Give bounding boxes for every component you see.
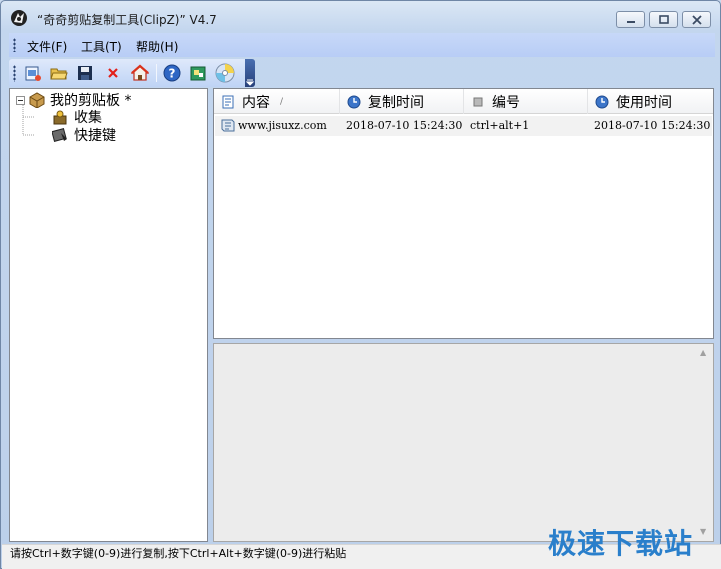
new-icon <box>25 66 41 81</box>
new-button[interactable] <box>23 63 43 83</box>
column-header-content[interactable]: 内容 / <box>214 89 340 114</box>
list-header: 内容 / 复制时间 编号 使用时间 <box>214 89 713 114</box>
collect-icon <box>52 109 68 125</box>
maximize-button[interactable] <box>649 11 678 28</box>
delete-button[interactable] <box>103 63 123 83</box>
help-icon: ? <box>163 64 181 82</box>
plugin-button[interactable] <box>188 63 208 83</box>
column-header-copy-time[interactable]: 复制时间 <box>340 89 464 114</box>
save-button[interactable] <box>75 63 95 83</box>
column-copy-time-label: 复制时间 <box>368 94 424 111</box>
clock-icon <box>347 95 361 109</box>
window-title: “奇奇剪贴复制工具(ClipZ)” V4.7 <box>37 13 217 27</box>
cell-content: www.jisuxz.com <box>238 119 327 132</box>
clipboard-box-icon <box>28 92 46 108</box>
scroll-down-icon[interactable]: ▼ <box>700 527 706 536</box>
home-icon <box>131 64 149 81</box>
tree-collect-label: 收集 <box>74 110 102 126</box>
column-number-label: 编号 <box>492 94 520 111</box>
tree-item-collect[interactable]: 收集 <box>52 108 102 126</box>
status-text: 请按Ctrl+数字键(0-9)进行复制,按下Ctrl+Alt+数字键(0-9)进… <box>10 547 347 560</box>
maximize-icon <box>659 15 669 24</box>
delete-icon <box>108 68 118 78</box>
app-logo-icon <box>10 9 28 27</box>
save-icon <box>78 66 92 80</box>
shortcut-icon <box>52 127 68 143</box>
cd-button[interactable] <box>215 63 235 83</box>
number-icon <box>471 95 485 109</box>
column-content-label: 内容 <box>242 94 270 111</box>
menu-grip[interactable] <box>13 38 16 52</box>
open-folder-icon <box>50 68 68 80</box>
app-window: “奇奇剪贴复制工具(ClipZ)” V4.7 文件(F) 工具(T) 帮助(H) <box>0 0 721 569</box>
plugin-icon <box>190 66 206 81</box>
minimize-button[interactable] <box>616 11 645 28</box>
clock-icon <box>595 95 609 109</box>
title-bar[interactable]: “奇奇剪贴复制工具(ClipZ)” V4.7 <box>1 1 720 33</box>
cell-use-time: 2018-07-10 15:24:30 <box>594 119 711 132</box>
tree-item-shortcuts[interactable]: 快捷键 <box>52 126 116 144</box>
sort-indicator: / <box>280 96 284 107</box>
menu-file[interactable]: 文件(F) <box>27 38 67 55</box>
column-header-use-time[interactable]: 使用时间 <box>588 89 713 114</box>
vertical-scrollbar[interactable]: ▲ ▼ <box>696 344 713 541</box>
open-button[interactable] <box>49 63 69 83</box>
minimize-icon <box>627 21 635 23</box>
cd-icon <box>215 63 235 83</box>
document-icon <box>221 95 235 109</box>
table-row[interactable]: www.jisuxz.com 2018-07-10 15:24:30 ctrl+… <box>215 116 712 136</box>
menu-tools[interactable]: 工具(T) <box>81 38 122 55</box>
preview-pane[interactable]: ▲ ▼ <box>213 343 714 542</box>
chevron-down-icon <box>245 79 255 86</box>
watermark: 极速下载站 <box>548 527 694 560</box>
clipboard-tree: 我的剪贴板 * 收集 快捷键 <box>9 88 208 542</box>
tree-shortcuts-label: 快捷键 <box>74 128 116 144</box>
menu-bar: 文件(F) 工具(T) 帮助(H) <box>9 33 715 57</box>
text-clip-icon <box>220 118 236 133</box>
toolbar-overflow-button[interactable] <box>245 59 255 87</box>
collapse-toggle-icon[interactable] <box>16 95 25 105</box>
close-icon <box>692 15 702 25</box>
toolbar-separator <box>156 64 157 82</box>
close-button[interactable] <box>682 11 711 28</box>
column-header-number[interactable]: 编号 <box>464 89 588 114</box>
home-button[interactable] <box>130 63 150 83</box>
cell-copy-time: 2018-07-10 15:24:30 <box>346 119 463 132</box>
column-use-time-label: 使用时间 <box>616 94 672 111</box>
cell-number: ctrl+alt+1 <box>470 119 530 132</box>
menu-help[interactable]: 帮助(H) <box>136 38 178 55</box>
toolbar: ? <box>9 59 255 87</box>
toolbar-grip[interactable] <box>13 65 16 82</box>
help-button[interactable]: ? <box>162 63 182 83</box>
scroll-up-icon[interactable]: ▲ <box>700 348 706 357</box>
clip-list: 内容 / 复制时间 编号 使用时间 www.jisuxz.com 2018-07… <box>213 88 714 339</box>
svg-text:?: ? <box>169 67 176 81</box>
